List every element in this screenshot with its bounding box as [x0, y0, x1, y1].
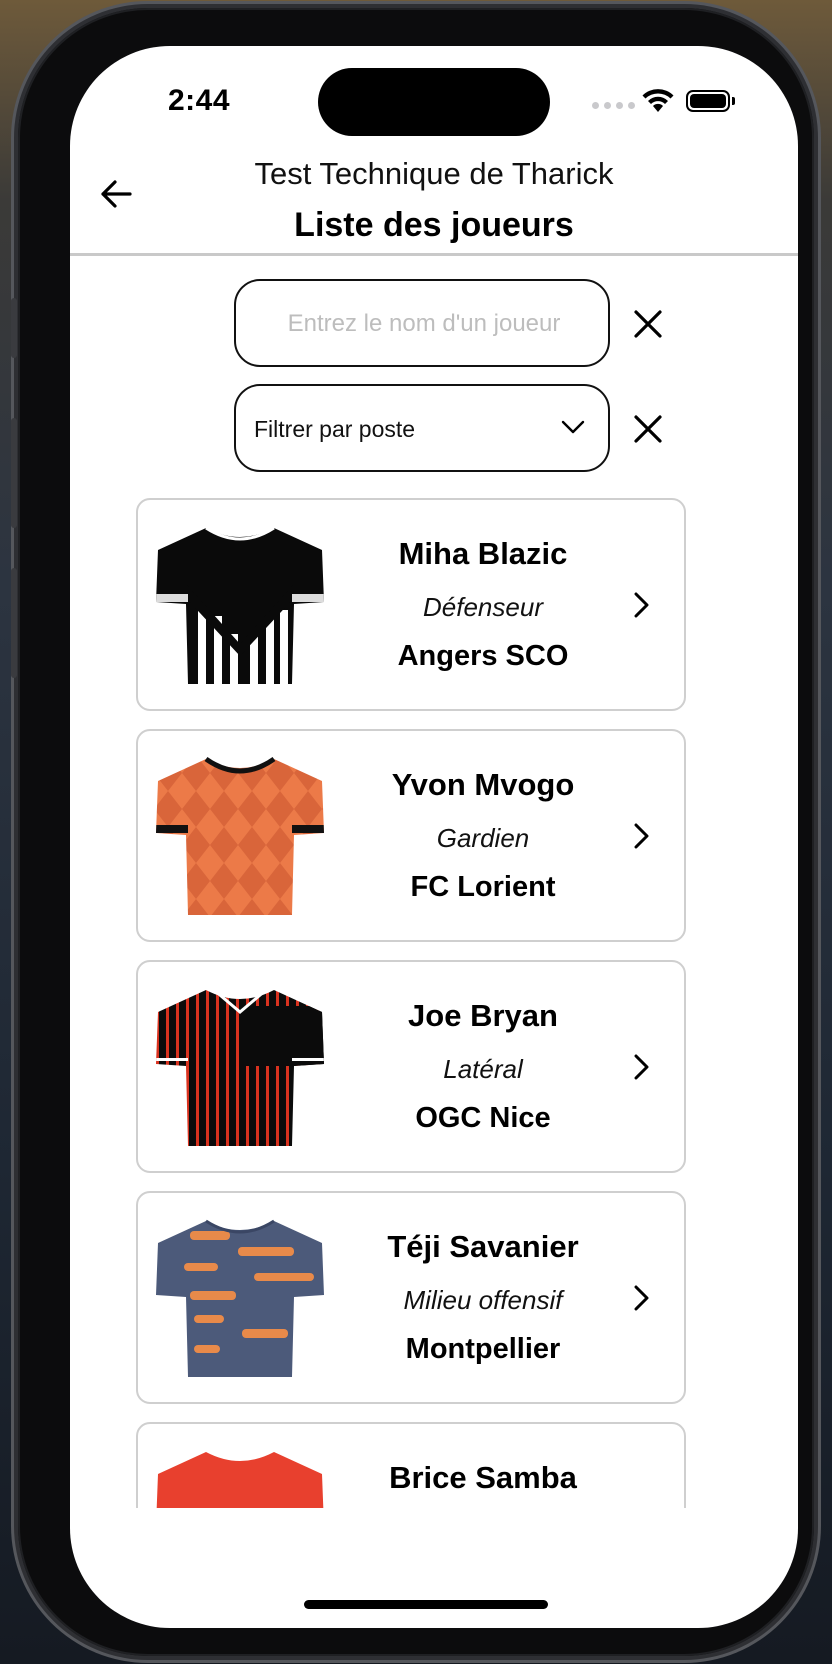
player-card[interactable]: Brice Samba: [136, 1422, 686, 1508]
cellular-signal-icon: [592, 102, 635, 109]
search-input[interactable]: [236, 281, 612, 367]
volume-down-button: [11, 568, 17, 678]
header-divider: [70, 253, 798, 256]
player-club: OGC Nice: [415, 1102, 551, 1134]
chevron-down-icon: [561, 420, 585, 434]
player-position: Latéral: [443, 1054, 523, 1084]
player-position: Défenseur: [423, 592, 543, 622]
chevron-right-icon: [634, 1285, 649, 1311]
app-subtitle: Test Technique de Tharick: [254, 156, 614, 191]
player-card[interactable]: Joe Bryan Latéral OGC Nice: [136, 960, 686, 1173]
dynamic-island: [318, 68, 550, 136]
player-club: Montpellier: [405, 1333, 561, 1365]
player-position: Milieu offensif: [403, 1285, 563, 1315]
player-card[interactable]: Téji Savanier Milieu offensif Montpellie…: [136, 1191, 686, 1404]
status-time: 2:44: [168, 84, 231, 117]
chevron-right-icon: [634, 1054, 649, 1080]
app-screen: 2:44 Test Technique de Tharick Liste des…: [70, 46, 798, 1628]
home-indicator[interactable]: [304, 1600, 548, 1609]
player-name: Téji Savanier: [387, 1229, 579, 1264]
jersey-black-white-icon: [156, 526, 324, 684]
jersey-navy-orange-icon: [156, 1219, 324, 1377]
page-title: Liste des joueurs: [294, 206, 574, 244]
chevron-right-icon: [634, 823, 649, 849]
volume-up-button: [11, 418, 17, 528]
battery-icon: [686, 90, 730, 112]
chevron-right-icon: [634, 592, 649, 618]
jersey-black-red-icon: [156, 988, 324, 1146]
player-name: Miha Blazic: [398, 536, 568, 571]
player-card[interactable]: Yvon Mvogo Gardien FC Lorient: [136, 729, 686, 942]
player-club: FC Lorient: [410, 871, 556, 903]
phone-frame: 2:44 Test Technique de Tharick Liste des…: [11, 8, 814, 1656]
player-list[interactable]: Miha Blazic Défenseur Angers SCO Yvon Mv…: [136, 498, 686, 1508]
player-name: Yvon Mvogo: [391, 767, 575, 802]
position-filter-select[interactable]: Filtrer par poste: [234, 384, 610, 472]
mute-switch: [11, 298, 17, 358]
player-card[interactable]: Miha Blazic Défenseur Angers SCO: [136, 498, 686, 711]
jersey-orange-icon: [156, 756, 324, 915]
wifi-icon: [642, 89, 674, 112]
player-name: Joe Bryan: [408, 998, 558, 1033]
filter-label: Filtrer par poste: [254, 416, 416, 442]
clear-filter-icon[interactable]: [628, 409, 668, 449]
search-field[interactable]: [234, 279, 612, 367]
clear-search-icon[interactable]: [628, 304, 668, 344]
player-name: Brice Samba: [389, 1460, 577, 1495]
battery-tip: [732, 97, 735, 105]
player-position: Gardien: [436, 823, 530, 853]
player-club: Angers SCO: [397, 640, 569, 672]
jersey-red-icon: [156, 1452, 324, 1508]
